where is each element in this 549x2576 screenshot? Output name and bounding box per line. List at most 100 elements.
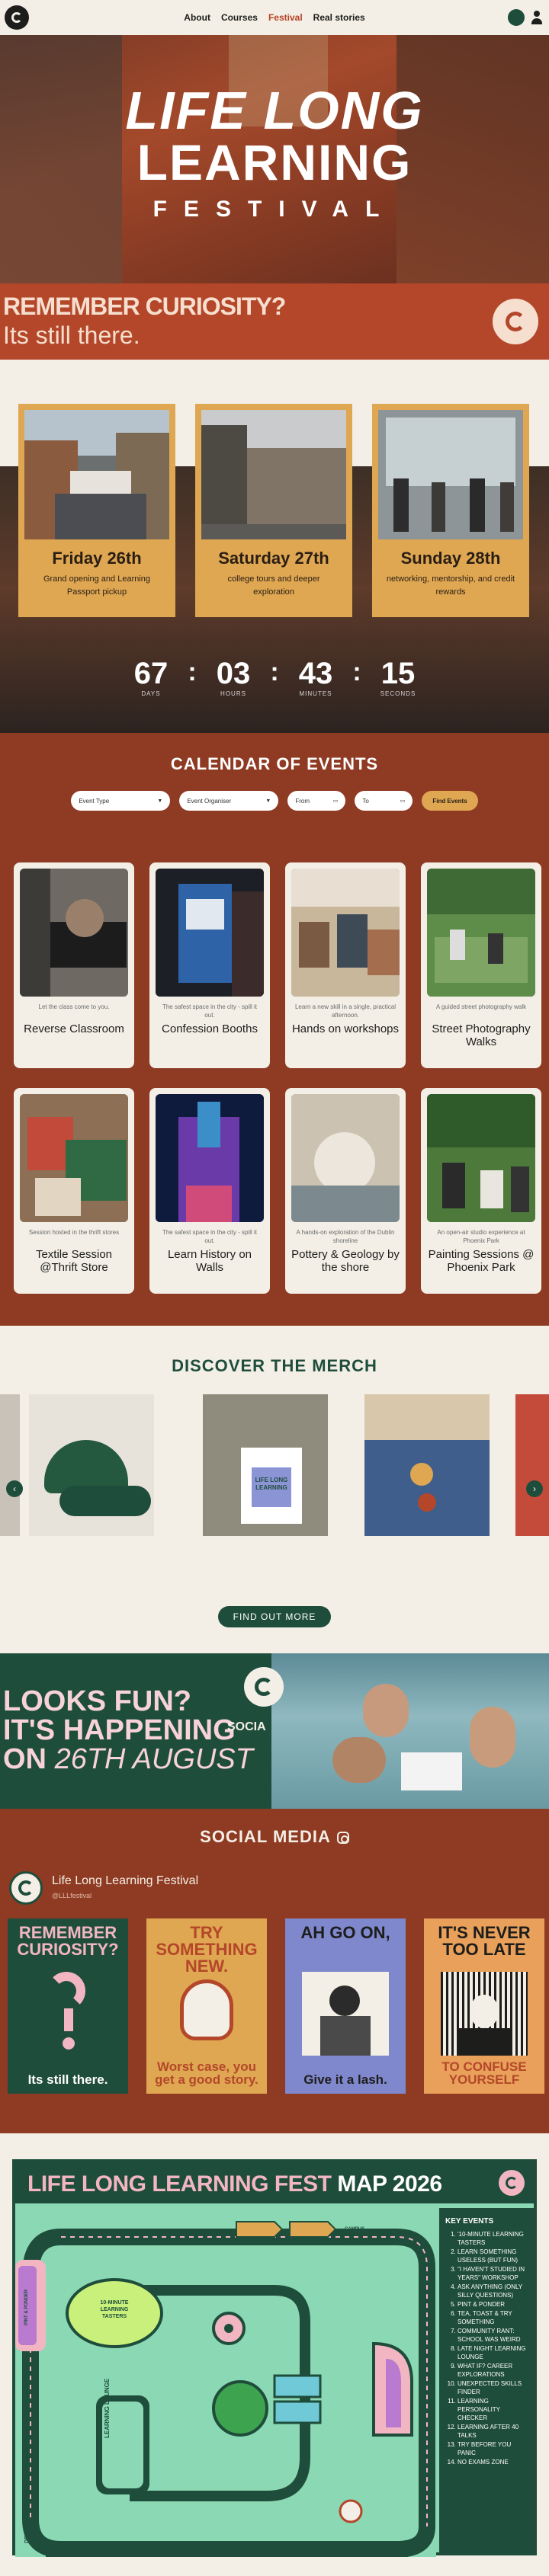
day-card-sunday[interactable]: Sunday 28th networking, mentorship, and … [372, 404, 529, 617]
festival-badge-icon [499, 2170, 525, 2196]
merch-item-pins[interactable] [364, 1394, 490, 1536]
social-post[interactable]: AH GO ON, Give it a lash. [285, 1918, 406, 2094]
banner-line3: ON 26TH AUGUST [3, 1745, 253, 1774]
merch-section: DISCOVER THE MERCH LIFE LONG LEARNING [0, 1326, 549, 1653]
event-card-hands-on-workshops[interactable]: Learn a new skill in a single, practical… [285, 862, 406, 1068]
curiosity-question: REMEMBER CURIOSITY? [3, 293, 286, 320]
festival-map[interactable]: LIFE LONG LEARNING FEST MAP 2026 10-MINU… [12, 2159, 537, 2557]
event-card-reverse-classroom[interactable]: Let the class come to you. Reverse Class… [14, 862, 134, 1068]
map-label-desk: DESK CLASSROOMS [24, 2488, 30, 2543]
event-type-select[interactable]: Event Type ▼ [71, 791, 171, 811]
event-tagline: The safest space in the city - spill it … [162, 1003, 258, 1019]
event-tagline: Let the class come to you. [38, 1003, 110, 1010]
happening-banner: LOOKS FUN? IT'S HAPPENING ON 26TH AUGUST… [0, 1653, 549, 1809]
countdown-timer: 67 DAYS : 03 HOURS : 43 MINUTES : 15 SECONDS [0, 657, 549, 697]
map-label-tasters: 10-MINUTE LEARNING TASTERS [100, 2300, 129, 2319]
event-card-textile-session[interactable]: Session hosted in the thrift stores Text… [14, 1088, 134, 1294]
hero-banner: LIFE LONG LEARNING FESTIVAL [0, 35, 549, 283]
page: About Courses Festival Real stories LIFE… [0, 0, 549, 2576]
event-title: Painting Sessions @ Phoenix Park [428, 1248, 535, 1274]
day-photo-street-market [24, 410, 169, 539]
find-events-button[interactable]: Find Events [422, 791, 478, 811]
social-title: SOCIAL MEDIA [0, 1827, 549, 1847]
day-card-saturday[interactable]: Saturday 27th college tours and deeper e… [195, 404, 352, 617]
day-title: Saturday 27th [218, 549, 329, 568]
event-photo [156, 1094, 264, 1222]
top-nav: About Courses Festival Real stories [0, 0, 549, 35]
social-post[interactable]: TRY SOMETHING NEW. Worst case, you get a… [146, 1918, 267, 2094]
key-event-item: UNEXPECTED SKILLS FINDER [458, 2379, 528, 2396]
merch-item[interactable] [0, 1394, 20, 1536]
nav-real-stories[interactable]: Real stories [313, 12, 365, 23]
social-post[interactable]: REMEMBER CURIOSITY? Its still there. [8, 1918, 128, 2094]
day-description: networking, mentorship, and credit rewar… [386, 574, 515, 597]
day-photo-college [201, 410, 346, 539]
profile-handle: @LLLfestival [52, 1892, 92, 1899]
countdown-hours-label: HOURS [220, 690, 246, 697]
key-event-item: '10-MINUTE LEARNING TASTERS [458, 2230, 528, 2247]
key-event-item: NO EXAMS ZONE [458, 2458, 528, 2466]
banner-line2: IT'S HAPPENING [3, 1714, 236, 1746]
key-event-item: WHAT IF? CAREER EXPLORATIONS [458, 2362, 528, 2379]
calendar-icon: ▭ [400, 798, 406, 804]
map-section: LIFE LONG LEARNING FEST MAP 2026 10-MINU… [0, 2133, 549, 2576]
map-title: LIFE LONG LEARNING FEST MAP 2026 [27, 2171, 442, 2197]
event-card-street-photography[interactable]: A guided street photography walk Street … [421, 862, 541, 1068]
event-card-confession-booths[interactable]: The safest space in the city - spill it … [149, 862, 270, 1068]
countdown-separator: : [352, 658, 361, 686]
map-header: LIFE LONG LEARNING FEST MAP 2026 [15, 2162, 534, 2203]
nav-festival[interactable]: Festival [268, 12, 303, 23]
map-title-year: MAP 2026 [337, 2171, 442, 2197]
map-title-main: LIFE LONG LEARNING FEST [27, 2171, 338, 2197]
social-media-section: SOCIAL MEDIA Life Long Learning Festival… [0, 1809, 549, 2133]
language-flag-icon[interactable] [508, 9, 525, 26]
event-title: Pottery & Geology by the shore [291, 1248, 400, 1274]
merch-item-cap[interactable] [29, 1394, 154, 1536]
merch-item-tote-bag[interactable]: LIFE LONG LEARNING [203, 1394, 328, 1536]
logo-icon[interactable] [5, 5, 29, 30]
festival-badge-icon [244, 1667, 284, 1707]
countdown-minutes-label: MINUTES [299, 690, 332, 697]
event-filters: Event Type ▼ Event Organiser ▼ From ▭ To ▭ F… [0, 791, 549, 811]
event-card-pottery-geology[interactable]: A hands-on exploration of the Dublin sho… [285, 1088, 406, 1294]
post-footer: Worst case, you get a good story. [155, 2059, 258, 2087]
banner-line3-prefix: ON [3, 1743, 55, 1775]
nav-courses[interactable]: Courses [221, 12, 258, 23]
portrait-art [441, 1972, 528, 2056]
event-tagline: A guided street photography walk [435, 1003, 527, 1010]
event-organiser-select[interactable]: Event Organiser ▼ [179, 791, 279, 811]
key-event-item: PINT & PONDER [458, 2300, 528, 2309]
countdown-seconds-label: SECONDS [380, 690, 416, 697]
social-post[interactable]: IT'S NEVER TOO LATE TO CONFUSE YOURSELF [424, 1918, 544, 2094]
curiosity-banner: REMEMBER CURIOSITY? Its still there. [0, 283, 549, 360]
event-tagline: A hands-on exploration of the Dublin sho… [296, 1229, 395, 1244]
from-date-input[interactable]: From ▭ [287, 791, 346, 811]
day-title: Sunday 28th [400, 549, 501, 568]
event-title: Street Photography Walks [432, 1022, 531, 1048]
from-date-label: From [295, 797, 310, 805]
nav-about[interactable]: About [184, 12, 210, 23]
carousel-next-button[interactable]: › [526, 1480, 543, 1497]
to-date-input[interactable]: To ▭ [355, 791, 413, 811]
event-photo [156, 869, 264, 997]
calendar-icon: ▭ [332, 798, 339, 804]
event-organiser-label: Event Organiser [187, 797, 232, 805]
user-icon[interactable] [531, 11, 543, 24]
event-tagline: Session hosted in the thrift stores [28, 1229, 120, 1236]
carousel-prev-button[interactable]: ‹ [6, 1480, 23, 1497]
person-art [302, 1972, 389, 2056]
post-footer: Give it a lash. [303, 2072, 387, 2087]
find-out-more-button[interactable]: FIND OUT MORE [218, 1606, 331, 1627]
day-card-friday[interactable]: Friday 26th Grand opening and Learning P… [18, 404, 175, 617]
key-event-item: "I HAVEN'T STUDIED IN YEARS" WORKSHOP [458, 2265, 528, 2282]
profile-name: Life Long Learning Festival [52, 1874, 199, 1887]
event-title: Confession Booths [162, 1022, 258, 1035]
event-card-history-on-walls[interactable]: The safest space in the city - spill it … [149, 1088, 270, 1294]
event-card-painting-sessions[interactable]: An open-air studio experience at Phoenix… [421, 1088, 541, 1294]
event-title: Textile Session @Thrift Store [35, 1248, 113, 1274]
event-photo [291, 1094, 400, 1222]
event-photo [291, 869, 400, 997]
merch-item[interactable] [515, 1394, 549, 1536]
instagram-icon[interactable] [336, 1832, 349, 1845]
instagram-profile[interactable]: Life Long Learning Festival @LLLfestival [9, 1871, 198, 1905]
